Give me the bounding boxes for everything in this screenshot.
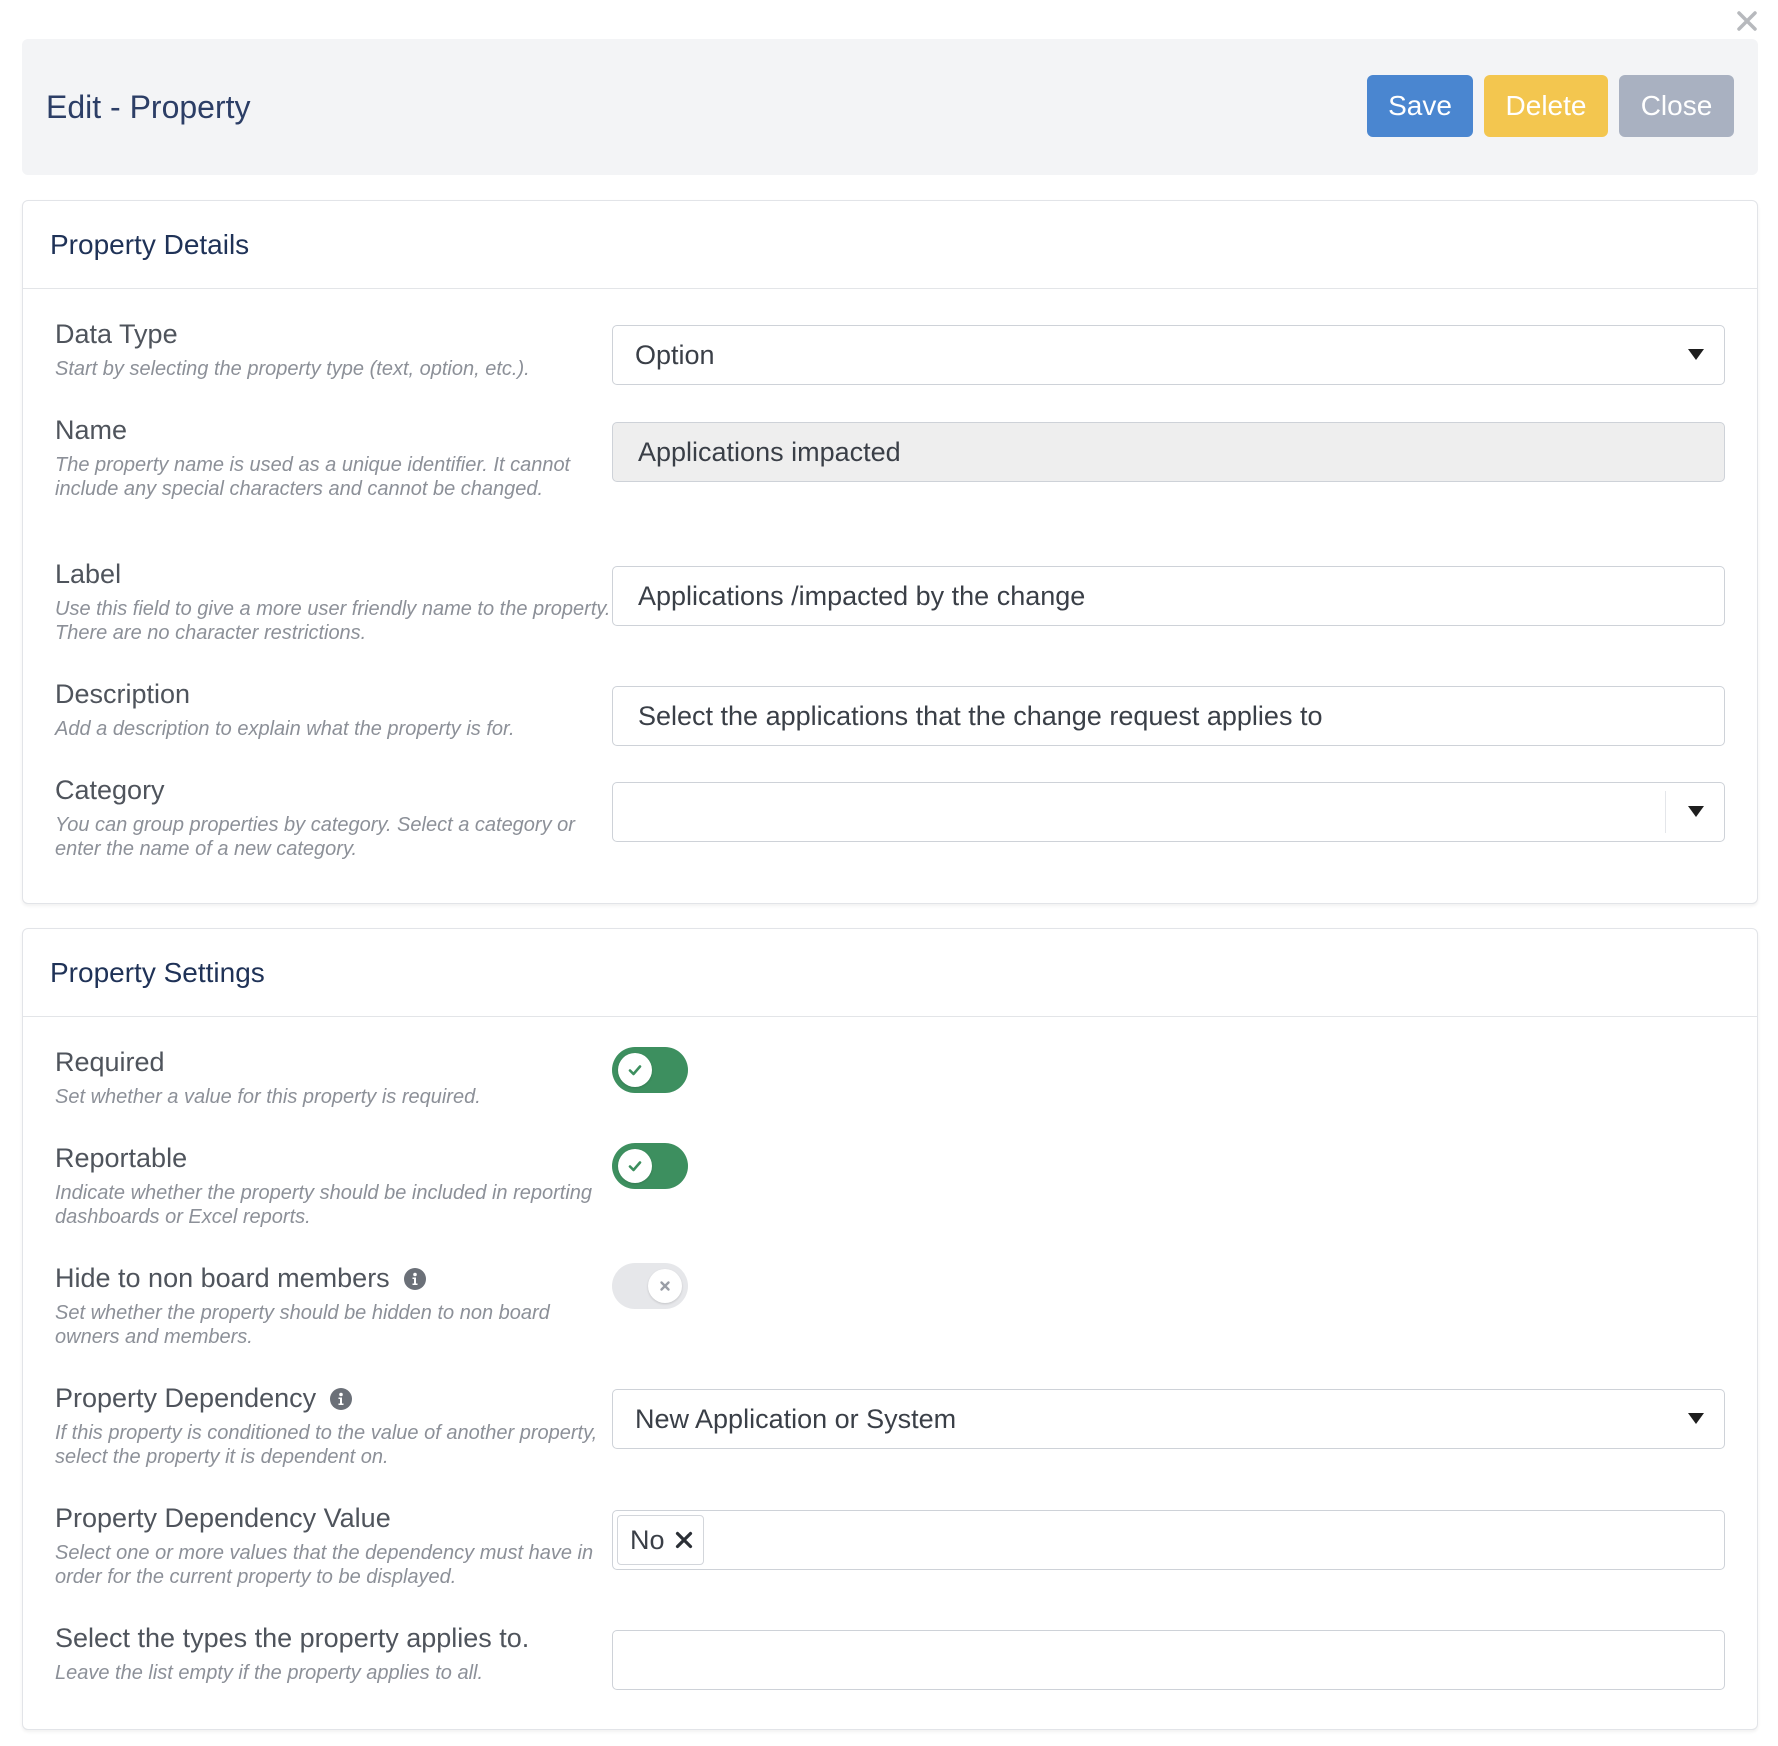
hide-non-board-toggle[interactable]	[612, 1263, 688, 1309]
remove-icon[interactable]	[675, 1525, 693, 1556]
card-header: Property Details	[23, 201, 1757, 289]
close-button[interactable]: Close	[1619, 75, 1734, 137]
field-hint: If this property is conditioned to the v…	[55, 1422, 598, 1468]
dependency-select[interactable]: New Application or System	[612, 1389, 1725, 1449]
divider	[1665, 791, 1666, 833]
chevron-down-icon	[1688, 349, 1704, 360]
field-hint: Start by selecting the property type (te…	[55, 358, 530, 380]
label-text: Hide to non board members	[55, 1263, 390, 1293]
property-details-card: Property Details Data Type Start by sele…	[22, 200, 1758, 904]
field-label: Description	[55, 679, 191, 709]
dialog-close-icon[interactable]	[1732, 6, 1762, 36]
chevron-down-icon	[1688, 1413, 1704, 1424]
field-hint: Select one or more values that the depen…	[55, 1542, 594, 1588]
property-settings-card: Property Settings Required Set whether a…	[22, 928, 1758, 1730]
category-combobox[interactable]	[612, 782, 1725, 842]
save-button[interactable]: Save	[1367, 75, 1473, 137]
check-icon	[618, 1053, 652, 1087]
field-label: Property Dependency	[55, 1383, 353, 1414]
field-label: Select the types the property applies to…	[55, 1623, 530, 1653]
field-hint: Add a description to explain what the pr…	[55, 718, 515, 740]
info-icon[interactable]	[403, 1267, 426, 1290]
card-header: Property Settings	[23, 929, 1757, 1017]
reportable-toggle[interactable]	[612, 1143, 688, 1189]
data-type-select[interactable]: Option	[612, 325, 1725, 385]
field-hint: Use this field to give a more user frien…	[55, 598, 611, 644]
field-hint: The property name is used as a unique id…	[55, 454, 571, 500]
x-icon	[648, 1269, 682, 1303]
field-label: Data Type	[55, 319, 178, 349]
section-title: Property Settings	[50, 957, 265, 988]
field-hint: Indicate whether the property should be …	[55, 1182, 593, 1228]
label-input[interactable]: Applications /impacted by the change	[612, 566, 1725, 626]
check-icon	[618, 1149, 652, 1183]
dependency-value-multiselect[interactable]: No	[612, 1510, 1725, 1570]
description-input[interactable]: Select the applications that the change …	[612, 686, 1725, 746]
required-toggle[interactable]	[612, 1047, 688, 1093]
input-value: Select the applications that the change …	[638, 700, 1323, 731]
field-hint: Leave the list empty if the property app…	[55, 1662, 484, 1684]
tag-label: No	[630, 1524, 665, 1555]
select-value: Option	[635, 339, 715, 370]
field-label: Reportable	[55, 1143, 188, 1173]
field-hint: Set whether a value for this property is…	[55, 1086, 481, 1108]
label-text: Property Dependency	[55, 1383, 317, 1413]
section-title: Property Details	[50, 229, 250, 260]
selected-tag: No	[617, 1515, 704, 1565]
dialog-header: Edit - Property Save Delete Close	[22, 39, 1758, 175]
page-title: Edit - Property	[46, 89, 251, 125]
info-icon[interactable]	[330, 1387, 353, 1410]
input-value: Applications /impacted by the change	[638, 580, 1086, 611]
field-hint: Set whether the property should be hidde…	[55, 1302, 550, 1348]
field-label: Property Dependency Value	[55, 1503, 391, 1533]
field-label: Category	[55, 775, 165, 805]
field-label: Required	[55, 1047, 165, 1077]
delete-button[interactable]: Delete	[1484, 75, 1608, 137]
select-value: New Application or System	[635, 1403, 957, 1434]
field-label: Hide to non board members	[55, 1263, 426, 1294]
field-value: Applications impacted	[638, 436, 901, 467]
chevron-down-icon[interactable]	[1688, 806, 1704, 817]
applies-to-multiselect[interactable]	[612, 1630, 1725, 1690]
name-field: Applications impacted	[612, 422, 1725, 482]
field-label: Name	[55, 415, 128, 445]
field-label: Label	[55, 559, 122, 589]
field-hint: You can group properties by category. Se…	[55, 814, 575, 860]
